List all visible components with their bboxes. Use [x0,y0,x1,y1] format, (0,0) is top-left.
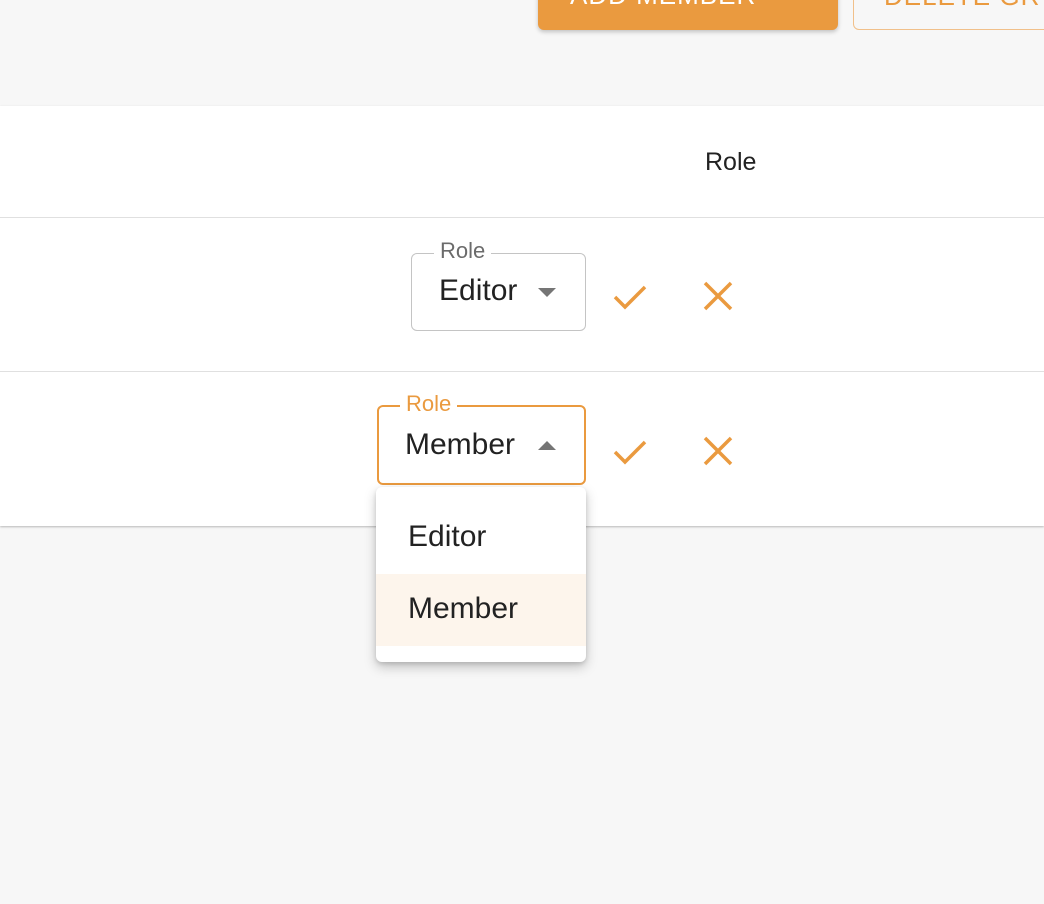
table-row: Role Editor [0,218,1044,372]
role-option-label: Editor [408,520,487,553]
role-select-label: Role [434,237,492,265]
column-header-role: Role [705,148,757,176]
role-dropdown-menu: Editor Member [376,487,586,662]
role-option-editor[interactable]: Editor [376,502,586,574]
caret-up-icon [538,441,556,450]
delete-group-label: DELETE GR [884,0,1040,12]
role-select-value: Editor [439,274,518,307]
role-select-label: Role [400,390,458,418]
role-select-value: Member [405,428,516,461]
delete-group-button[interactable]: DELETE GR [853,0,1044,30]
add-member-label: ADD MEMBER [570,0,756,11]
role-option-member[interactable]: Member [376,574,586,646]
role-option-label: Member [408,592,519,625]
close-icon[interactable] [698,431,738,471]
role-select[interactable]: Role Member [377,390,586,485]
check-icon[interactable] [610,431,650,471]
add-member-button[interactable]: ADD MEMBER [538,0,838,30]
role-select[interactable]: Role Editor [411,237,586,331]
close-icon[interactable] [698,276,738,316]
check-icon[interactable] [610,276,650,316]
caret-down-icon [538,288,556,297]
members-table: Role Role Editor Role Member [0,106,1044,526]
table-header: Role [0,106,1044,218]
